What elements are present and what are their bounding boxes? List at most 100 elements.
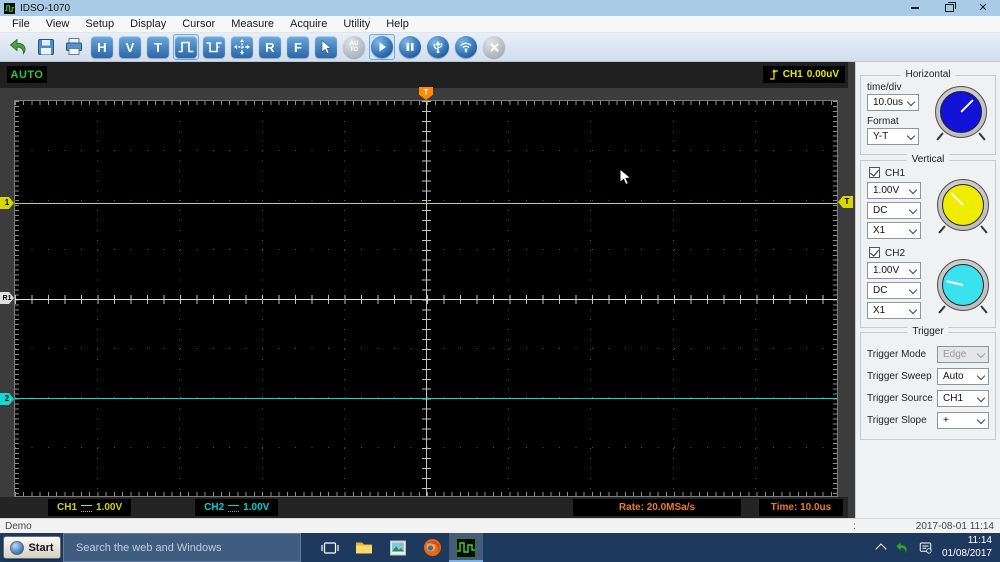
ch2-scale-value: 1.00V [873,265,900,276]
minimize-button[interactable] [898,0,932,16]
menu-file[interactable]: File [4,16,38,32]
trigger-row-label: Trigger Sweep [867,371,932,382]
print-button[interactable] [61,34,87,60]
ch2-position-knob[interactable] [937,259,989,311]
start-button[interactable]: Start [3,536,61,559]
chevron-down-icon [908,185,918,194]
waveform-invert-button[interactable] [201,34,227,60]
ch1-coupling-select[interactable]: DC [867,202,921,219]
fft-button[interactable]: F [285,34,311,60]
app-icon [4,2,15,14]
save-button[interactable] [33,34,59,60]
ch2-position-marker[interactable]: 2 [0,393,14,405]
auto-icon: AU TO [349,41,359,53]
dc-coupling-icon [81,505,93,512]
trigger-menu-button-glyph: T [154,39,162,55]
menu-help[interactable]: Help [378,16,417,32]
taskbar-clock[interactable]: 11:14 01/08/2017 [942,535,992,560]
photos-button[interactable] [381,533,415,562]
vertical-menu-button[interactable]: V [117,34,143,60]
ch2-scale-select[interactable]: 1.00V [867,262,921,279]
menu-measure[interactable]: Measure [223,16,282,32]
ch1-probe-select[interactable]: X1 [867,222,921,239]
pause-button[interactable] [397,34,423,60]
import-export-button[interactable] [5,34,31,60]
reference-button[interactable]: R [257,34,283,60]
format-value: Y-T [873,131,889,142]
notification-tray-icon[interactable] [918,540,933,555]
task-view-icon [321,541,339,554]
menu-view[interactable]: View [38,16,78,32]
status-bar: Demo : 2017-08-01 11:14 [0,518,1000,533]
ch1-position-marker[interactable]: 1 [0,197,14,209]
trigger-slope-select[interactable]: + [937,412,989,429]
tray-app-icon[interactable] [894,540,909,555]
file-explorer-button[interactable] [347,533,381,562]
scope-screen[interactable] [14,100,838,497]
close-button[interactable]: ✕ [966,0,1000,16]
horizontal-group: Horizontal time/div 10.0us Format Y-T [860,69,996,155]
trigger-menu-button[interactable]: T [145,34,171,60]
pan-zoom-button[interactable] [229,34,255,60]
ref-position-marker[interactable]: R1 [0,292,14,304]
start-label: Start [28,541,54,554]
trigger-group: Trigger Trigger Mode Edge Trigger Sweep Aut… [860,326,996,440]
trigger-position-marker[interactable]: T [419,87,433,100]
run-button[interactable] [369,34,395,60]
grid-vline [508,101,510,496]
grid-hline [15,150,837,152]
ch2-probe-select[interactable]: X1 [867,302,921,319]
menu-cursor[interactable]: Cursor [174,16,223,32]
cursor-tool-button[interactable] [313,34,339,60]
print-icon [66,38,82,55]
task-view-button[interactable] [313,533,347,562]
clock-time: 11:14 [967,535,992,546]
grid-hline [15,199,837,201]
folder-icon [356,542,372,553]
grid-hline [15,347,837,349]
taskbar-search-input[interactable]: Search the web and Windows [63,533,301,562]
ch1-probe-value: X1 [873,225,886,236]
ch2-coupling-select[interactable]: DC [867,282,921,299]
scope-top-strip: AUTO CH1 0.00uV [0,62,848,88]
ch2-scale: 1.00V [243,502,270,513]
title-bar: IDSO-1070 ✕ [0,0,1000,16]
oscilloscope-app-button[interactable] [449,533,483,562]
trigger-level-marker[interactable]: T [838,196,853,208]
grid-vline [590,101,592,496]
menu-utility[interactable]: Utility [335,16,378,32]
ch1-position-knob[interactable] [937,179,989,231]
status-separator: : [853,520,856,532]
reference-button-glyph: R [265,39,275,55]
minimize-icon [911,7,919,9]
ch2-checkbox[interactable] [869,247,880,258]
timediv-select[interactable]: 10.0us [867,94,919,111]
trigger-source-select[interactable]: CH1 [937,390,989,407]
trigger-sweep-select[interactable]: Auto [937,368,989,385]
check-icon [870,247,879,257]
format-select[interactable]: Y-T [867,128,919,145]
ch1-scale-value: 1.00V [873,185,900,196]
ch1-checkbox-label: CH1 [885,168,906,179]
horizontal-knob[interactable] [935,86,987,138]
wifi-connect-button[interactable] [453,34,479,60]
menu-setup[interactable]: Setup [77,16,122,32]
restore-button[interactable] [932,0,966,16]
ch1-label: CH1 [57,502,78,513]
waveform-normal-button[interactable] [173,34,199,60]
ch2-label: CH2 [204,502,225,513]
grid-hline [15,249,837,251]
status-datetime: 2017-08-01 11:14 [915,520,994,532]
tray-expand-icon[interactable] [875,543,887,555]
ch1-checkbox[interactable] [869,167,880,178]
usb-connect-button[interactable] [425,34,451,60]
ch1-scale-select[interactable]: 1.00V [867,182,921,199]
chevron-down-icon [908,205,918,214]
menu-acquire[interactable]: Acquire [282,16,335,32]
chevron-down-icon [976,415,986,424]
firefox-button[interactable] [415,533,449,562]
horizontal-menu-button[interactable]: H [89,34,115,60]
chevron-down-icon [908,285,918,294]
menu-display[interactable]: Display [122,16,174,32]
vertical-group-title: Vertical [906,154,950,165]
